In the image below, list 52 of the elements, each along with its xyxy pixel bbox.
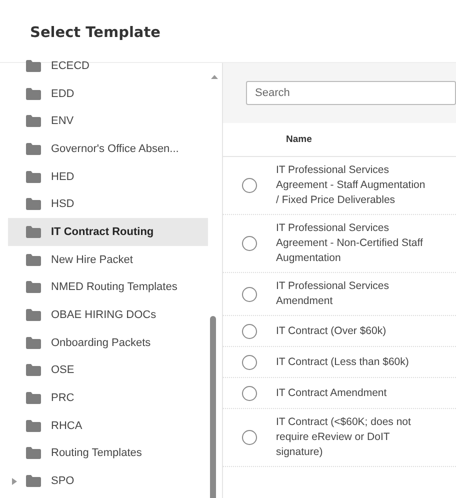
folder-icon [26, 60, 41, 72]
folder-icon [26, 392, 41, 404]
radio-button[interactable] [242, 286, 257, 302]
folder-icon [26, 447, 41, 460]
table-cell-text: IT Contract Amendment [276, 386, 388, 400]
folder-item[interactable]: SPO [8, 467, 208, 495]
folder-icon [26, 336, 41, 349]
radio-button[interactable] [242, 236, 257, 251]
folder-icon [26, 475, 41, 488]
folder-icon [26, 115, 41, 128]
folder-item[interactable]: New Hire Packet [8, 246, 208, 274]
scroll-up-icon[interactable] [211, 75, 218, 79]
table-cell-text: IT Contract (Less than $60k) [276, 354, 410, 370]
folder-item[interactable]: RHCA [8, 412, 208, 440]
scrollbar-thumb[interactable] [210, 316, 216, 498]
folder-icon [26, 309, 41, 322]
search-field[interactable]: Search [246, 81, 456, 105]
folder-item[interactable]: Onboarding Packets [8, 328, 208, 357]
folder-item[interactable]: ECECD [8, 52, 208, 80]
radio-button[interactable] [242, 430, 257, 445]
radio-button[interactable] [242, 178, 257, 193]
folder-item[interactable]: OSE [8, 356, 208, 384]
folder-item[interactable]: IT Contract Routing [8, 218, 208, 246]
folder-icon [26, 226, 41, 238]
table-cell: IT Professional Services Agreement - Staff Augmentation / Fixed Price Deliverables [276, 163, 426, 208]
column-header[interactable]: Name [286, 134, 312, 145]
radio-button[interactable] [242, 386, 257, 400]
expand-arrow-icon[interactable] [12, 478, 17, 485]
folder-item[interactable]: EDD [8, 80, 208, 108]
table-cell-text: IT Contract (Over $60k) [276, 324, 388, 338]
folder-icon [26, 170, 41, 183]
table-cell-text: IT Contract (<$60K; does not require eReview or DoIT signature) [276, 415, 412, 460]
folder-item[interactable]: Governor's Office Absen... [8, 135, 208, 163]
folder-item[interactable]: HED [8, 162, 208, 190]
folder-icon [26, 198, 41, 210]
folder-item[interactable]: PRC [8, 384, 208, 412]
folder-item[interactable]: HSD [8, 190, 208, 218]
dialog-title: Select Template [30, 25, 160, 41]
folder-icon [26, 142, 41, 155]
table-cell-text: IT Professional Services Agreement - Non-Certified Staff Augmentation [276, 221, 424, 266]
radio-button[interactable] [242, 354, 257, 370]
folder-icon [26, 254, 41, 266]
folder-icon [26, 281, 41, 294]
folder-item[interactable]: ENV [8, 107, 208, 136]
folder-item[interactable]: NMED Routing Templates [8, 274, 208, 302]
folder-icon [26, 88, 41, 100]
radio-button[interactable] [242, 324, 257, 338]
folder-item[interactable]: Routing Templates [8, 440, 208, 468]
table-cell-text: IT Professional Services Amendment [276, 279, 390, 309]
folder-item[interactable]: OBAE HIRING DOCs [8, 301, 208, 329]
folder-icon [26, 420, 41, 432]
folder-icon [26, 364, 41, 376]
